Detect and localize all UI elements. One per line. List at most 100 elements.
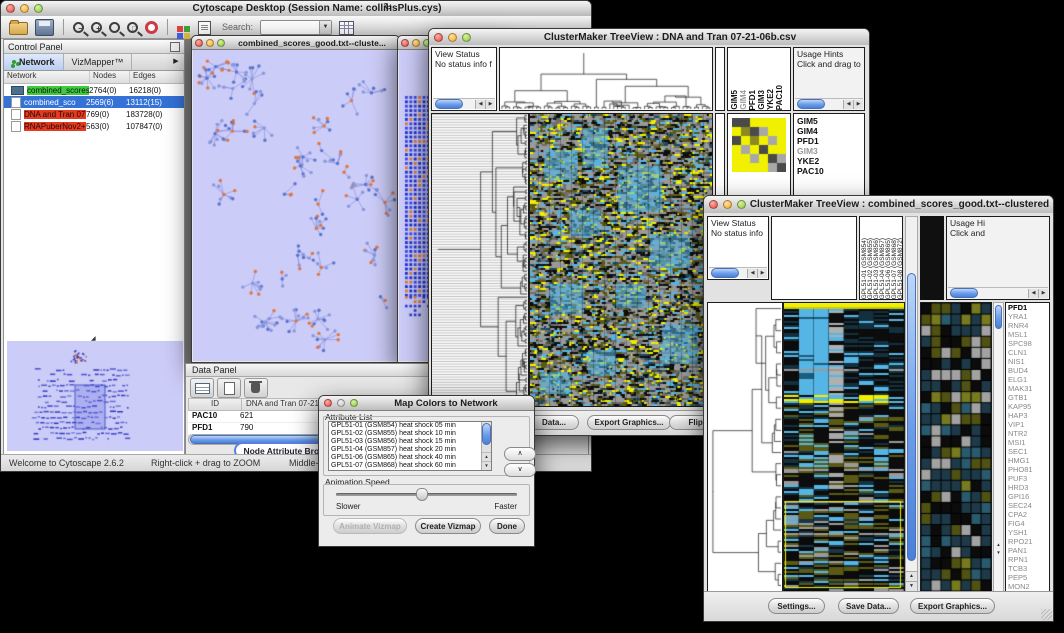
minimize-icon[interactable] — [448, 33, 457, 42]
gene-label[interactable]: RNR4 — [1006, 321, 1049, 330]
help-lifesaver-icon[interactable] — [145, 21, 158, 34]
export-graphics-button[interactable]: Export Graphics... — [910, 598, 995, 614]
zoom-fit-icon[interactable]: □ — [127, 22, 138, 33]
network-row[interactable]: DNA and Tran 07 769(0) 183728(0) — [4, 108, 184, 120]
minimize-icon[interactable] — [723, 200, 732, 209]
minimize-icon[interactable] — [337, 399, 345, 407]
network-row[interactable]: RNAPuberNov2+I 563(0) 107847(0) — [4, 120, 184, 132]
minimize-icon[interactable] — [412, 39, 420, 47]
settings-button[interactable]: Settings... — [768, 598, 825, 614]
gene-label[interactable]: HAP3 — [1006, 411, 1049, 420]
save-data-button[interactable]: Data... — [529, 415, 579, 430]
scroll-right-icon[interactable]: ▶ — [853, 100, 863, 109]
close-icon[interactable] — [195, 39, 203, 47]
row-dendrogram[interactable] — [707, 302, 783, 592]
gene-label[interactable]: TCB3 — [1006, 564, 1049, 573]
status-scrollbar[interactable]: ◀▶ — [433, 98, 495, 109]
scroll-left-icon[interactable]: ◀ — [747, 269, 757, 278]
minimize-icon[interactable] — [206, 39, 214, 47]
heatmap-canvas[interactable] — [783, 302, 905, 592]
gene-label[interactable]: NIS1 — [1006, 357, 1049, 366]
network-overview-panel[interactable]: ◢ — [7, 341, 181, 451]
gene-label[interactable]: PHO81 — [1006, 465, 1049, 474]
save-icon[interactable] — [35, 19, 54, 36]
zoom-window-icon[interactable] — [350, 399, 358, 407]
gene-label[interactable]: RPN1 — [1006, 555, 1049, 564]
attribute-item[interactable]: GPL51-03 (GSM856) heat shock 15 min — [329, 438, 491, 446]
attribute-item[interactable]: GPL51-04 (GSM857) heat shock 20 min — [329, 446, 491, 454]
gene-label[interactable]: YSH1 — [1006, 528, 1049, 537]
gene-label[interactable]: YRA1 — [1006, 312, 1049, 321]
export-graphics-button[interactable]: Export Graphics... — [587, 415, 671, 430]
close-icon[interactable] — [401, 39, 409, 47]
gene-label[interactable]: VIP1 — [1006, 420, 1049, 429]
status-scrollbar[interactable]: ◀▶ — [709, 267, 767, 278]
close-icon[interactable] — [434, 33, 443, 42]
column-dendrogram[interactable] — [499, 47, 713, 111]
gene-label[interactable]: ELG1 — [1006, 375, 1049, 384]
scroll-down-icon[interactable]: ▼ — [482, 461, 491, 470]
scrollbar-thumb[interactable] — [435, 99, 463, 109]
zoom-selected-icon[interactable] — [109, 22, 120, 33]
scrollbar-thumb[interactable] — [797, 99, 825, 109]
search-input[interactable]: ▼ — [260, 20, 332, 35]
gene-label[interactable]: MSL1 — [1006, 330, 1049, 339]
zoom-window-icon[interactable] — [217, 39, 225, 47]
create-vizmap-button[interactable]: Create Vizmap — [415, 518, 481, 534]
gene-label[interactable]: PFD1 — [1006, 303, 1049, 312]
dialog-titlebar[interactable]: Map Colors to Network — [319, 396, 534, 411]
gene-label[interactable]: MON2 — [1006, 582, 1049, 591]
scroll-left-icon[interactable]: ◀ — [1028, 289, 1038, 298]
gene-label[interactable]: SEC1 — [1006, 447, 1049, 456]
move-down-button[interactable]: ∨ — [504, 463, 536, 477]
zoom-heatmap-canvas[interactable] — [920, 302, 992, 592]
slider-thumb[interactable] — [416, 488, 428, 501]
gene-label[interactable]: HRD3 — [1006, 483, 1049, 492]
tab-network[interactable]: Network — [4, 54, 64, 70]
network-row[interactable]: combined_sco 2569(6) 13112(15) — [4, 96, 184, 108]
scroll-up-icon[interactable]: ▲ — [482, 452, 491, 461]
gene-label[interactable]: MSI1 — [1006, 438, 1049, 447]
scrollbar-thumb[interactable] — [950, 288, 978, 298]
combo-arrow-icon[interactable]: ▼ — [319, 21, 331, 34]
gene-label[interactable]: PEP5 — [1006, 573, 1049, 582]
zoom-in-icon[interactable]: + — [91, 22, 102, 33]
resize-grip[interactable] — [1041, 609, 1052, 620]
scroll-left-icon[interactable]: ◀ — [475, 100, 485, 109]
attribute-item[interactable]: GPL51-01 (GSM854) heat shock 05 min — [329, 422, 491, 430]
move-up-button[interactable]: ∧ — [504, 447, 536, 461]
attribute-item[interactable]: GPL51-06 (GSM865) heat shock 40 min — [329, 454, 491, 462]
gene-label[interactable]: CLN1 — [1006, 348, 1049, 357]
gene-label[interactable]: GPI16 — [1006, 492, 1049, 501]
list-scrollbar[interactable]: ▲ ▼ — [481, 422, 491, 470]
gene-label[interactable]: PAN1 — [1006, 546, 1049, 555]
vizmapper-icon[interactable] — [177, 26, 183, 32]
scroll-down-icon[interactable]: ▼ — [906, 581, 917, 591]
network-canvas[interactable] — [193, 50, 398, 361]
column-dendrogram[interactable] — [771, 216, 857, 300]
zoom-window-icon[interactable] — [34, 4, 43, 13]
gene-label[interactable]: GTB1 — [1006, 393, 1049, 402]
heatmap-canvas[interactable] — [529, 113, 713, 407]
gene-label[interactable]: RPO21 — [1006, 537, 1049, 546]
float-panel-icon[interactable] — [170, 42, 180, 52]
gene-label[interactable]: PUF3 — [1006, 474, 1049, 483]
tabs-overflow-button[interactable]: ▶ — [168, 54, 184, 70]
row-dendrogram[interactable] — [431, 113, 529, 407]
save-data-button[interactable]: Save Data... — [838, 598, 899, 614]
zoom-window-icon[interactable] — [462, 33, 471, 42]
scroll-up-icon[interactable]: ▲ — [994, 541, 1003, 549]
scroll-down-icon[interactable]: ▼ — [994, 549, 1003, 557]
gene-label[interactable]: MAK31 — [1006, 384, 1049, 393]
zoom-window-icon[interactable] — [737, 200, 746, 209]
close-icon[interactable] — [709, 200, 718, 209]
attribute-item[interactable]: GPL51-07 (GSM868) heat shock 60 min — [329, 462, 491, 470]
attribute-list[interactable]: GPL51-01 (GSM854) heat shock 05 min GPL51… — [328, 421, 492, 471]
delete-attribute-button[interactable] — [244, 378, 268, 398]
minimize-icon[interactable] — [20, 4, 29, 13]
gene-label[interactable]: BUD4 — [1006, 366, 1049, 375]
animate-vizmap-button[interactable]: Animate Vizmap — [333, 518, 407, 534]
scrollbar-thumb[interactable] — [711, 268, 739, 278]
scrollbar-thumb[interactable] — [995, 305, 1002, 329]
close-icon[interactable] — [6, 4, 15, 13]
